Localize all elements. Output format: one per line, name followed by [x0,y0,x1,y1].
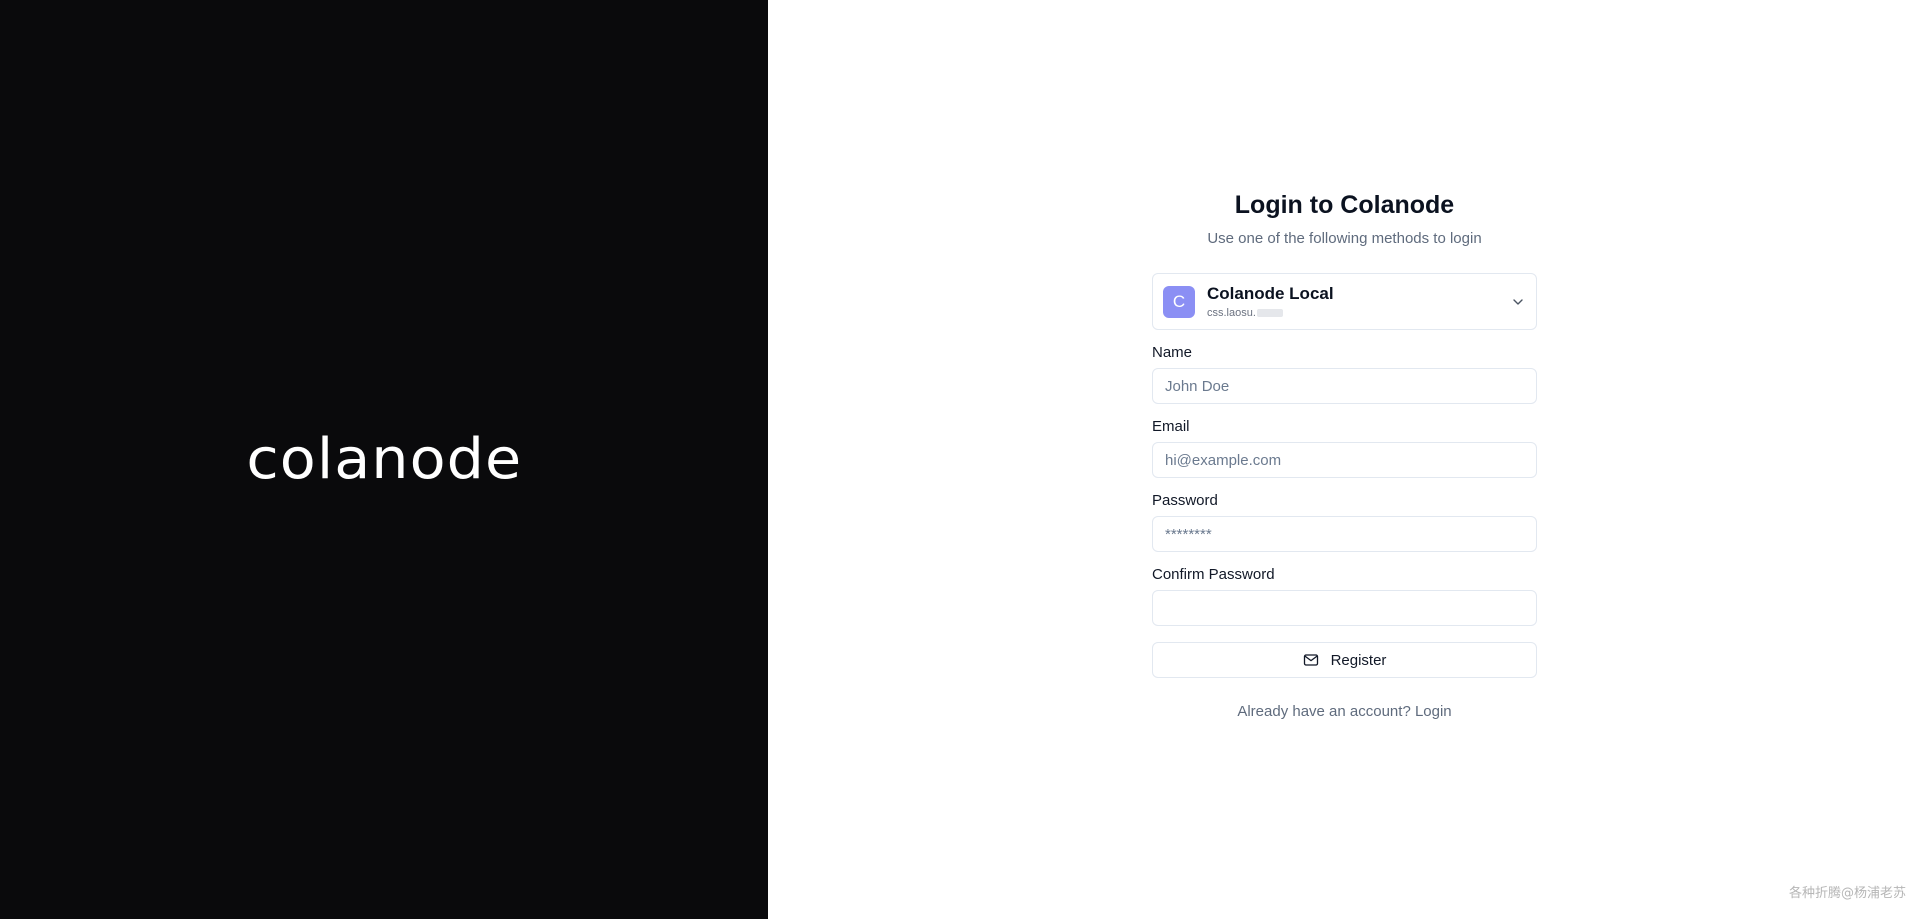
server-info: Colanode Local css.laosu. [1207,284,1334,319]
auth-panel: Login to Colanode Use one of the followi… [768,0,1920,919]
password-input[interactable] [1152,516,1537,552]
name-input[interactable] [1152,368,1537,404]
email-label: Email [1152,418,1190,435]
register-button[interactable]: Register [1152,642,1537,678]
server-avatar: C [1163,285,1195,318]
server-domain: css.laosu. [1207,307,1334,319]
page-title: Login to Colanode [1234,191,1455,219]
password-field-group: Password [1152,492,1537,552]
redacted-mark [1256,309,1283,318]
confirm-password-input[interactable] [1152,590,1537,626]
password-label: Password [1152,492,1218,509]
watermark: 各种折腾@杨浦老苏 [1788,886,1906,901]
register-label: Register [1330,651,1387,669]
server-selector[interactable]: C Colanode Local css.laosu. [1152,273,1537,330]
name-field-group: Name [1152,344,1537,404]
mail-icon [1303,654,1318,666]
colanode-logo: colanode [246,427,522,492]
confirm-password-field-group: Confirm Password [1152,566,1537,626]
brand-panel: colanode [0,0,768,919]
name-label: Name [1152,344,1193,361]
email-field-group: Email [1152,418,1537,478]
email-input[interactable] [1152,442,1537,478]
chevron-down-icon[interactable] [1512,296,1524,308]
server-name: Colanode Local [1207,284,1334,303]
confirm-password-label: Confirm Password [1152,566,1275,583]
page-subtitle: Use one of the following methods to logi… [1207,230,1482,247]
login-link[interactable]: Already have an account? Login [1152,703,1537,720]
server-domain-text: css.laosu. [1207,307,1256,319]
login-form: Login to Colanode Use one of the followi… [1152,185,1537,720]
